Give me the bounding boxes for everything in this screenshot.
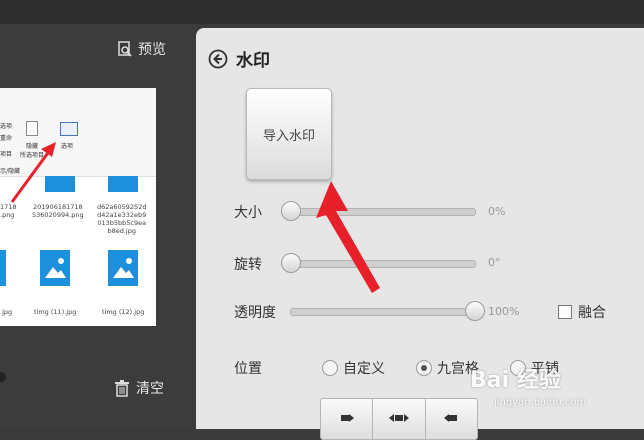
image-file-icon	[45, 176, 75, 192]
trash-icon	[115, 379, 129, 397]
import-watermark-button[interactable]: 导入水印	[246, 88, 332, 180]
image-file-icon	[40, 250, 70, 286]
rotate-slider[interactable]	[281, 253, 476, 273]
clear-button[interactable]: 清空	[114, 378, 164, 398]
import-watermark-label: 导入水印	[262, 128, 315, 144]
alignment-button-group	[320, 398, 478, 440]
explorer-ribbon: 选项 重命 项目 隐藏 所选项目 选项 示/隐藏	[0, 88, 156, 177]
blend-checkbox[interactable]: 融合	[558, 302, 606, 322]
ribbon-text: 选项	[0, 123, 13, 130]
options-icon	[60, 122, 78, 136]
top-bar	[0, 0, 644, 24]
rotate-label: 旋转	[234, 257, 262, 273]
radio-custom-circle[interactable]	[322, 360, 338, 376]
hide-icon	[26, 121, 38, 136]
file-name: 201906181718 536020994.png	[32, 203, 84, 219]
blend-label: 融合	[578, 305, 606, 321]
align-right-button[interactable]	[426, 399, 477, 439]
opacity-value: 100%	[488, 305, 520, 318]
align-left-icon	[340, 414, 354, 422]
file-name: timg (11).jpg	[34, 308, 77, 316]
preview-button[interactable]: 预览	[118, 39, 166, 59]
size-slider[interactable]	[281, 201, 476, 221]
align-right-icon	[444, 414, 458, 422]
watermark-url: jingyan.baidu.com	[494, 397, 587, 408]
opacity-slider[interactable]	[290, 301, 485, 321]
ribbon-text: 项目	[0, 151, 13, 158]
size-slider-knob[interactable]	[281, 201, 301, 221]
radio-grid-circle[interactable]	[416, 360, 432, 376]
opacity-label: 透明度	[234, 305, 276, 321]
opacity-slider-knob[interactable]	[465, 301, 485, 321]
rotate-slider-knob[interactable]	[281, 253, 301, 273]
position-label: 位置	[234, 361, 262, 377]
ribbon-options-label: 选项	[61, 143, 74, 150]
radio-custom[interactable]: 自定义	[322, 358, 385, 378]
ribbon-group-label: 示/隐藏	[0, 168, 21, 175]
ribbon-hide-label: 隐藏	[26, 143, 39, 150]
image-file-icon	[108, 250, 138, 286]
ribbon-text: 重命	[0, 135, 13, 142]
file-name: .jpg	[0, 308, 13, 316]
preview-label: 预览	[138, 42, 166, 58]
panel-title: 水印	[236, 51, 270, 71]
clear-label: 清空	[136, 381, 164, 397]
align-left-button[interactable]	[321, 399, 374, 439]
preview-icon	[118, 41, 132, 57]
blend-checkbox-box[interactable]	[558, 305, 572, 319]
align-center-button[interactable]	[373, 399, 426, 439]
radio-custom-label: 自定义	[343, 361, 385, 377]
file-name: timg (12).jpg	[102, 308, 145, 316]
ribbon-hide-selected-label: 所选项目	[20, 152, 45, 159]
watermark-logo: Bai 经验	[470, 368, 561, 393]
rotate-value: 0°	[488, 256, 501, 269]
watermark-panel: 水印 导入水印 大小 0% 旋转 0° 透明度 100% 融合 位置 自定义 九…	[196, 28, 644, 440]
size-value: 0%	[488, 205, 506, 218]
align-center-icon	[388, 414, 409, 422]
file-name: 1718 .png	[0, 203, 17, 219]
image-file-icon	[0, 250, 6, 286]
size-label: 大小	[234, 205, 262, 221]
image-file-icon	[108, 176, 138, 192]
panel-header: 水印	[208, 46, 270, 71]
back-arrow-icon[interactable]	[208, 49, 228, 69]
file-name: d62a6059252d d42a1e332eb9 013b5bb5c9ea b8e…	[97, 203, 147, 235]
preview-thumbnail: 选项 重命 项目 隐藏 所选项目 选项 示/隐藏 1718 .png 201906…	[0, 88, 156, 326]
